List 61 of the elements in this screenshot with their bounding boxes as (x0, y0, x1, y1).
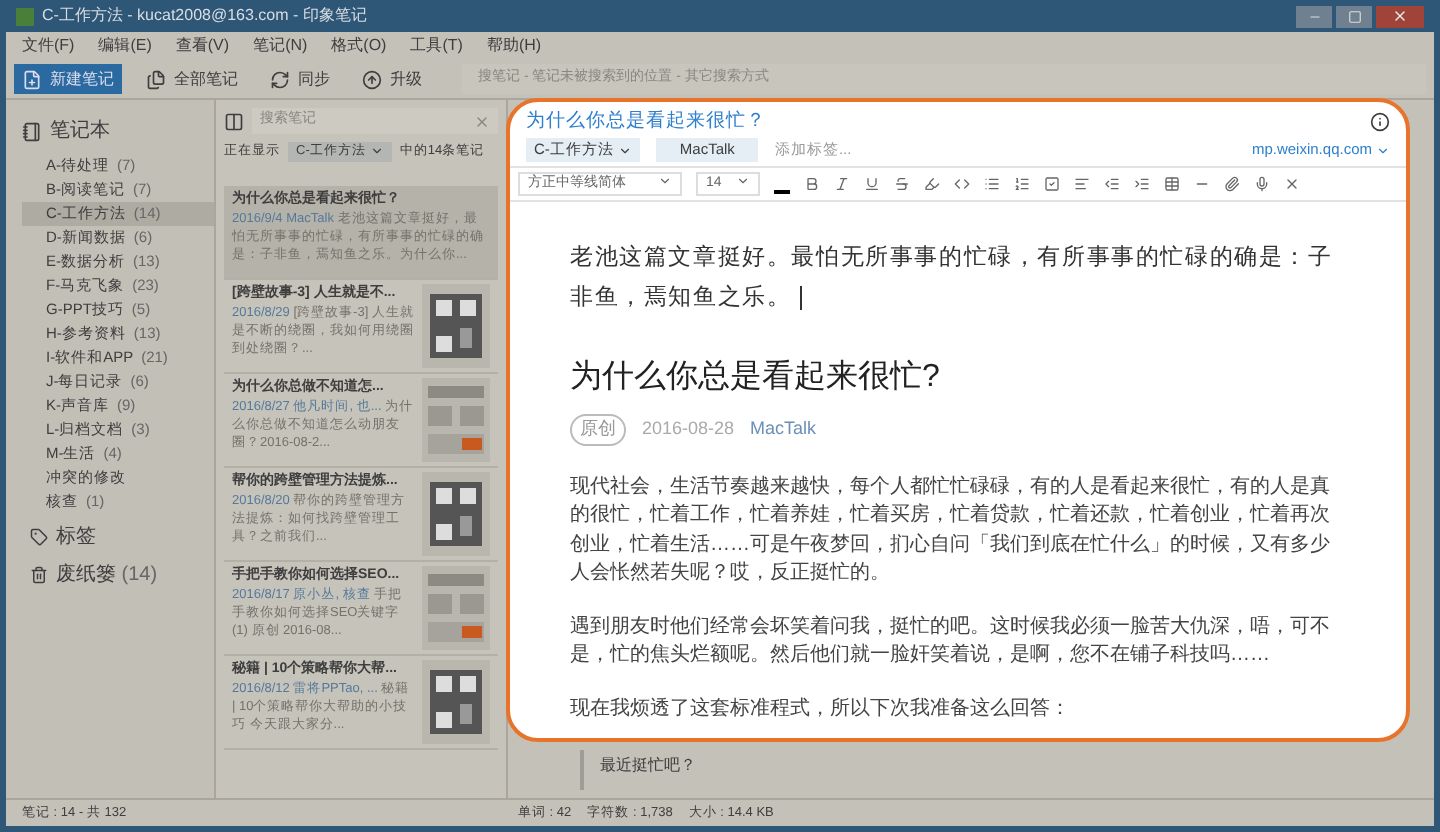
caret-icon (1376, 143, 1390, 157)
microphone-icon[interactable] (1254, 176, 1270, 192)
info-icon (1370, 112, 1390, 132)
toolbar-button[interactable]: 同步 (262, 64, 338, 94)
tags-item[interactable]: 标签 (56, 522, 96, 552)
intro-paragraph: 老池这篇文章挺好。最怕无所事事的忙碌，有所事事的忙碌的确是：子非鱼，焉知鱼之乐。 (570, 242, 1335, 314)
highlighter-icon[interactable] (924, 176, 940, 192)
menu-item[interactable]: 编辑(E) (98, 34, 152, 58)
caret-icon (736, 173, 750, 188)
app-logo-icon (16, 7, 34, 25)
checkbox-icon[interactable] (1044, 176, 1060, 192)
menu-item[interactable]: 格式(O) (331, 34, 387, 58)
close-button[interactable] (1376, 5, 1424, 27)
notebook-icon (22, 121, 42, 141)
indent-icon[interactable] (1134, 176, 1150, 192)
author-link[interactable]: MacTalk (750, 416, 817, 443)
toolbar-button[interactable]: 升级 (354, 64, 430, 94)
code-icon[interactable] (954, 176, 970, 192)
menu-item[interactable]: 笔记(N) (253, 34, 308, 58)
toolbar-button[interactable]: 新建笔记 (14, 64, 122, 94)
upgrade-icon (362, 69, 382, 89)
article-heading: 为什么你总是看起来很忙? (570, 357, 942, 398)
caret-icon (658, 173, 672, 188)
caret-icon (617, 143, 632, 157)
menu-item[interactable]: 查看(V) (175, 34, 230, 58)
close-icon (1392, 8, 1408, 24)
new-icon (22, 69, 42, 89)
numbered-list-icon[interactable] (1014, 176, 1030, 192)
article-paragraph: 遇到朋友时他们经常会坏笑着问我，挺忙的吧。这时候我必须一脸苦大仇深，唔，可不是，忙的焦头烂额呢。然后他们就一脸奸笑着说，是啊，您不在铺子科技吗…… (570, 613, 1332, 670)
article-paragraph: 现代社会，生活节奏越来越快，每个人都忙忙碌碌，有的人是看起来很忙，有的人是真的很忙，忙着工作，忙着养娃，忙着买房，忙着贷款，忙着还款，忙着创业，忙着再次创业，忙着生活……可是午夜梦回，扪心自问「我们到底在忙什么」的时候，又有多少人会怅然若失呢？哎，反正挺忙的。 (570, 473, 1332, 588)
notes-icon (146, 69, 166, 89)
caret-icon (369, 144, 384, 159)
sidebar-header: 笔记本 (50, 117, 110, 146)
quote-text: 最近挺忙吧？ (580, 750, 1434, 790)
maximize-icon (1347, 9, 1361, 23)
underline-icon[interactable] (864, 176, 880, 192)
note-title-field[interactable]: 为什么你总是看起来很忙？ (526, 107, 766, 137)
window-title: C-工作方法 - kucat2008@163.com - 印象笔记 (42, 4, 367, 28)
original-badge: 原创 (570, 414, 626, 445)
menu-item[interactable]: 帮助(H) (486, 34, 542, 58)
article-date: 2016-08-28 (642, 416, 735, 442)
strikethrough-icon[interactable] (894, 176, 910, 192)
minimize-button[interactable] (1296, 5, 1332, 27)
bold-icon[interactable] (804, 176, 820, 192)
trash-icon (30, 566, 48, 584)
toolbar-button[interactable]: 全部笔记 (138, 64, 246, 94)
article-paragraph: 现在我烦透了这套标准程式，所以下次我准备这么回答： (570, 695, 1072, 723)
tag-icon (30, 528, 48, 546)
view-toggle-icon (224, 111, 244, 131)
trash-item[interactable]: 废纸篓 (14) (56, 560, 158, 590)
maximize-button[interactable] (1336, 5, 1372, 27)
table-icon[interactable] (1164, 176, 1180, 192)
outdent-icon[interactable] (1104, 176, 1120, 192)
italic-icon[interactable] (834, 176, 850, 192)
bullet-list-icon[interactable] (984, 176, 1000, 192)
align-left-icon[interactable] (1074, 176, 1090, 192)
sync-icon (270, 69, 290, 89)
close-icon[interactable] (1284, 176, 1300, 192)
paperclip-icon[interactable] (1224, 176, 1240, 192)
menu-item[interactable]: 文件(F) (22, 34, 75, 58)
menu-item[interactable]: 工具(T) (410, 34, 463, 58)
